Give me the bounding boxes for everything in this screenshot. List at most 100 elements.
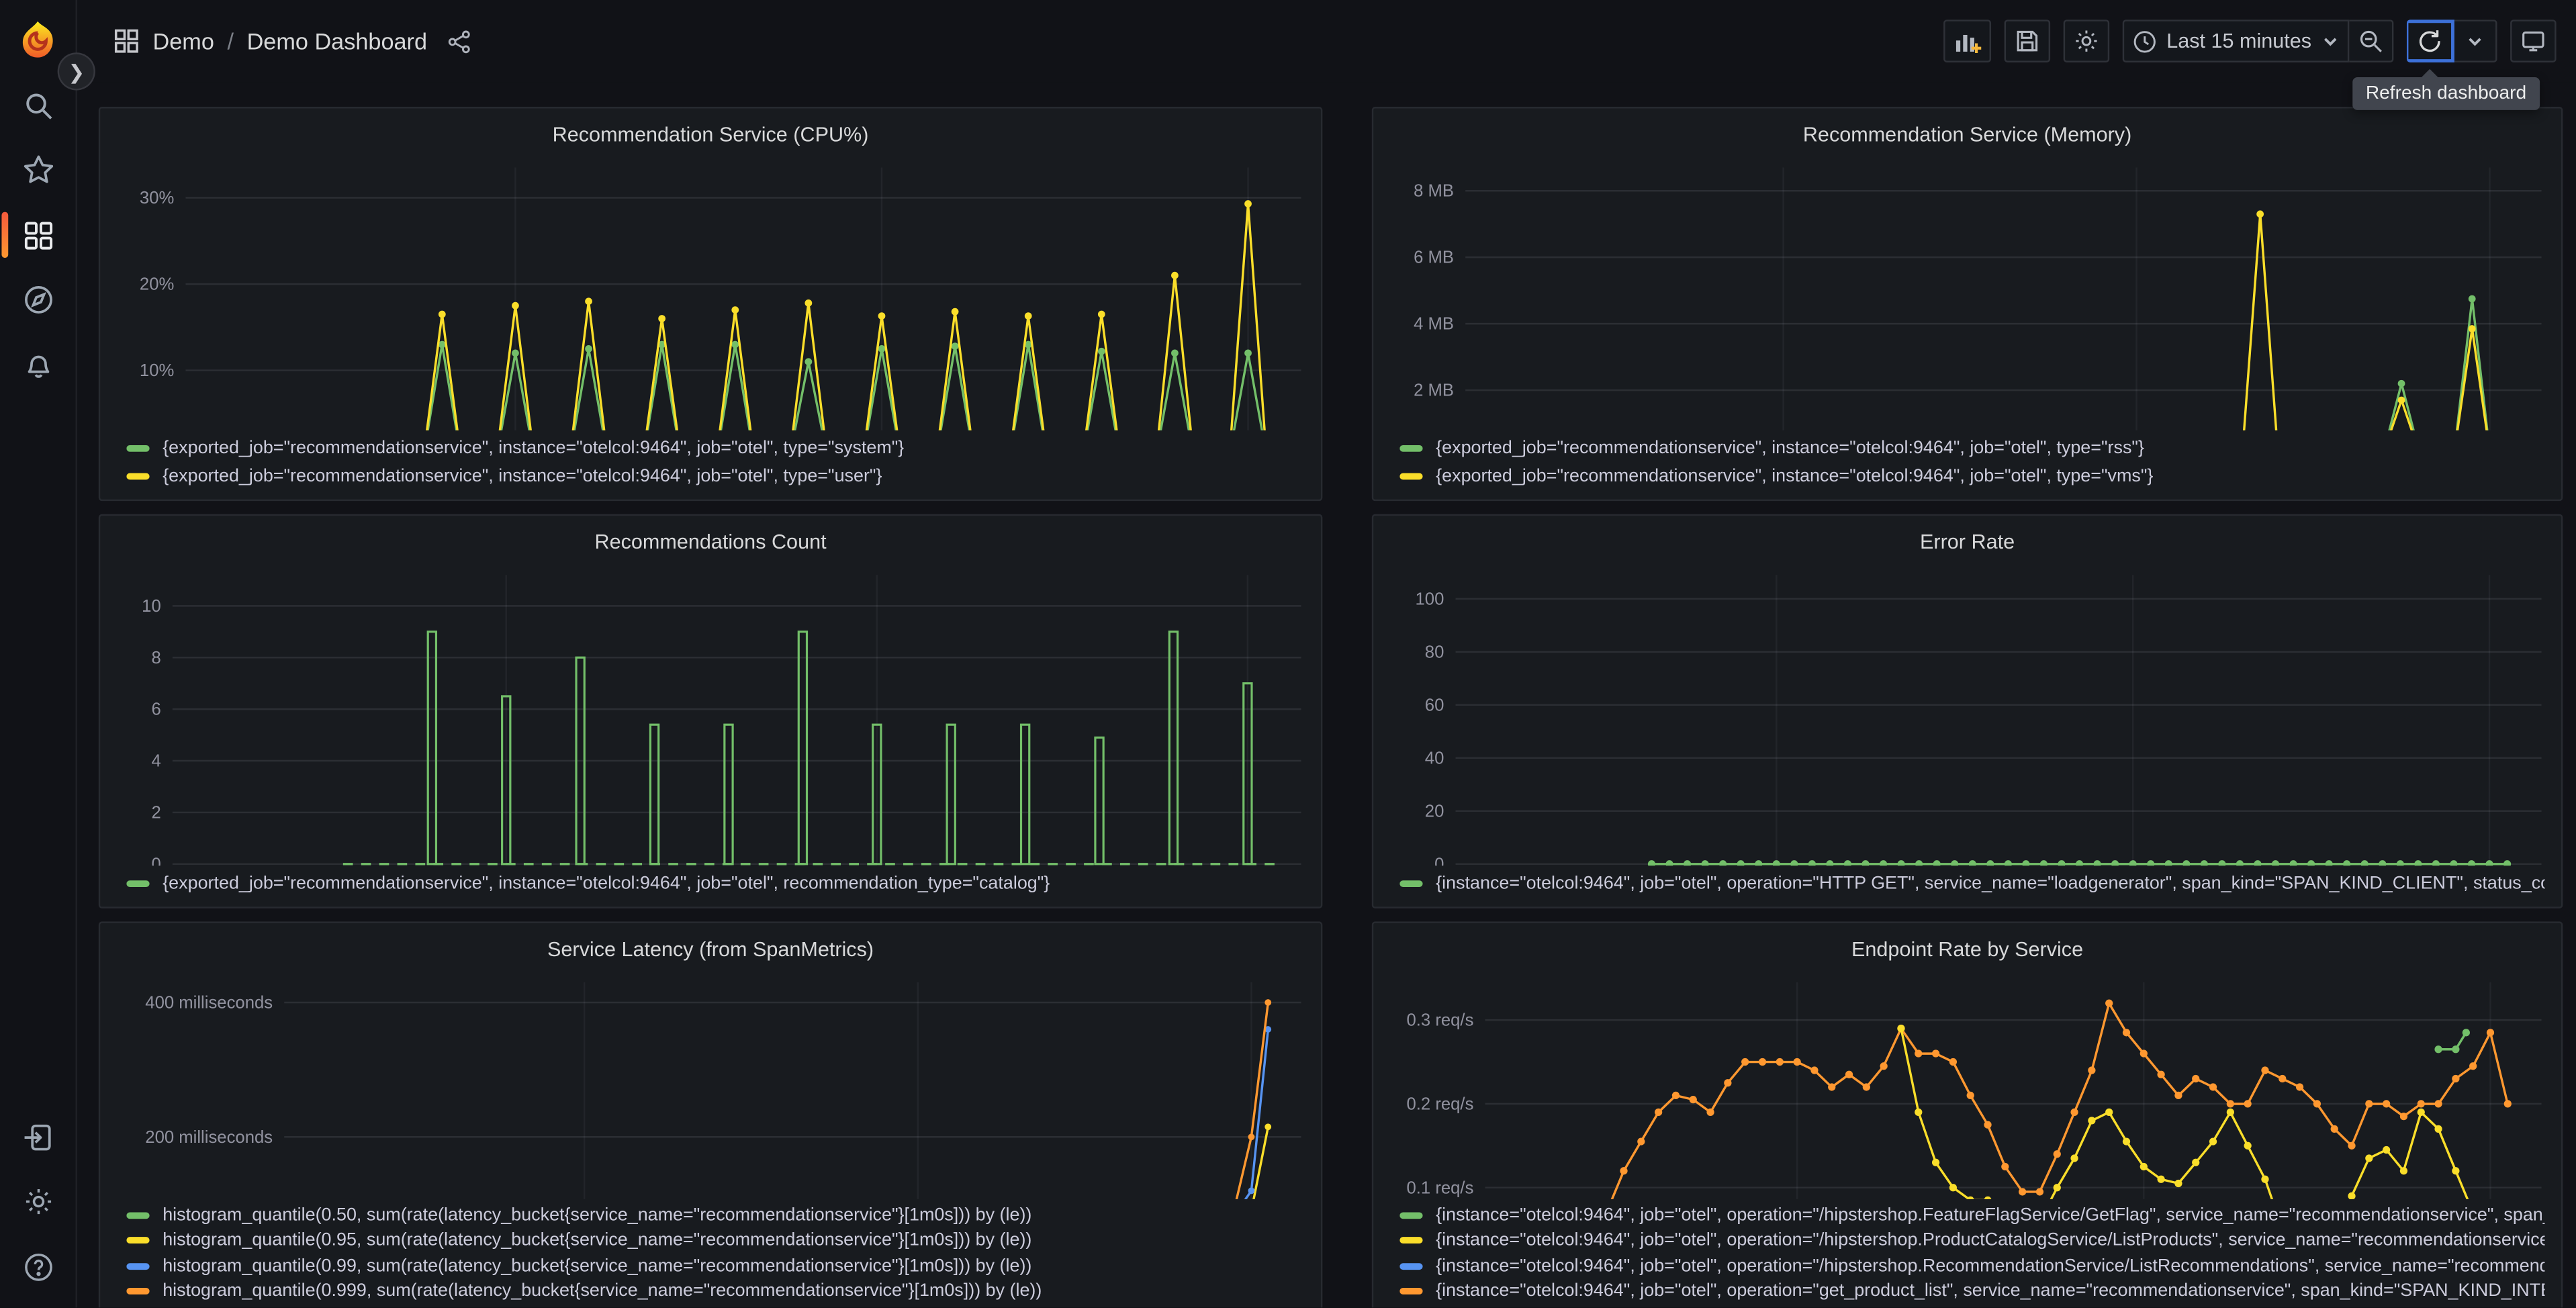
svg-text:2: 2	[151, 803, 160, 822]
tooltip-text: Refresh dashboard	[2365, 83, 2527, 104]
legend-swatch	[126, 1288, 150, 1295]
legend-item[interactable]: {instance="otelcol:9464", job="otel", op…	[1399, 1254, 2544, 1279]
panel-title[interactable]: Recommendations Count	[117, 526, 1305, 562]
breadcrumb-dashboard[interactable]: Demo Dashboard	[247, 28, 427, 54]
legend-label: {exported_job="recommendationservice", i…	[163, 465, 882, 485]
svg-text:0.3 req/s: 0.3 req/s	[1407, 1011, 1474, 1030]
svg-text:60: 60	[1425, 696, 1444, 714]
legend-label: {exported_job="recommendationservice", i…	[163, 873, 1050, 893]
panel-title[interactable]: Service Latency (from SpanMetrics)	[117, 933, 1305, 970]
svg-text:0.1 req/s: 0.1 req/s	[1407, 1178, 1474, 1197]
panel-title[interactable]: Recommendation Service (Memory)	[1390, 118, 2545, 154]
add-panel-button[interactable]	[1943, 19, 1991, 62]
settings-gear-icon[interactable]	[0, 1173, 77, 1229]
svg-text:10%: 10%	[140, 361, 174, 380]
sign-in-icon[interactable]	[0, 1109, 77, 1164]
panel-recommendation-cpu: Recommendation Service (CPU%) 0% 10% 20% 30…	[98, 107, 1323, 502]
svg-text:6 MB: 6 MB	[1414, 248, 1454, 267]
legend-swatch	[126, 1262, 150, 1270]
legend-item[interactable]: histogram_quantile(0.50, sum(rate(latenc…	[126, 1203, 1304, 1228]
refresh-dashboard-button[interactable]	[2406, 19, 2454, 62]
svg-text:200 milliseconds: 200 milliseconds	[145, 1128, 273, 1147]
svg-text:10: 10	[142, 597, 161, 616]
legend-item[interactable]: {exported_job="recommendationservice", i…	[126, 434, 1304, 462]
legend-swatch	[1399, 880, 1423, 886]
cpu-chart[interactable]: 0% 10% 20% 30% 21:50 21:55 22:00	[117, 154, 1305, 430]
zoom-out-time-button[interactable]	[2349, 19, 2394, 62]
endpoint-rate-legend: {instance="otelcol:9464", job="otel", op…	[1390, 1199, 2544, 1307]
legend-label: histogram_quantile(0.99, sum(rate(latenc…	[163, 1256, 1032, 1276]
legend-swatch	[126, 880, 150, 886]
svg-text:0: 0	[1434, 855, 1444, 866]
clock-icon	[2133, 30, 2156, 52]
svg-text:30%: 30%	[140, 189, 174, 207]
legend-label: {exported_job="recommendationservice", i…	[1436, 465, 2154, 485]
dashboard-settings-button[interactable]	[2063, 19, 2109, 62]
legend-swatch	[1399, 444, 1423, 451]
panel-error-rate: Error Rate 0 20 40 60 80 100 21:50 21:55 22:00 {…	[1371, 514, 2563, 908]
legend-label: {instance="otelcol:9464", job="otel", op…	[1436, 1281, 2544, 1302]
svg-text:2 MB: 2 MB	[1414, 381, 1454, 400]
legend-item[interactable]: {instance="otelcol:9464", job="otel", op…	[1399, 1228, 2544, 1254]
sidebar-item-dashboards[interactable]	[0, 207, 77, 263]
error-rate-legend: {instance="otelcol:9464", job="otel", op…	[1390, 866, 2544, 900]
time-controls: Last 15 minutes	[2122, 19, 2394, 62]
legend-item[interactable]: {exported_job="recommendationservice", i…	[1399, 461, 2544, 489]
share-icon[interactable]	[447, 29, 471, 54]
memory-chart[interactable]: 0 MB 2 MB 4 MB 6 MB 8 MB 21:50 21:55 22:00	[1390, 154, 2545, 430]
panel-title[interactable]: Error Rate	[1390, 526, 2545, 562]
svg-text:0.2 req/s: 0.2 req/s	[1407, 1094, 1474, 1113]
recommendations-count-chart[interactable]: 0 2 4 6 8 10 21:50 21:55 22:00	[117, 562, 1305, 866]
legend-item[interactable]: {instance="otelcol:9464", job="otel", op…	[1399, 1279, 2544, 1305]
service-latency-chart[interactable]: 0 milliseconds 200 milliseconds 400 millis…	[117, 969, 1305, 1199]
endpoint-rate-chart[interactable]: 0.0 req/s 0.1 req/s 0.2 req/s 0.3 req/s 21:5…	[1390, 969, 2545, 1199]
legend-item[interactable]: {exported_job="recommendationservice", i…	[126, 869, 1304, 897]
time-range-label: Last 15 minutes	[2166, 30, 2312, 53]
top-navigation: Demo / Demo Dashboard Last 15 minutes	[77, 0, 2576, 83]
cycle-view-mode-button[interactable]	[2510, 19, 2557, 62]
breadcrumb-section[interactable]: Demo	[153, 28, 214, 54]
panel-recommendation-memory: Recommendation Service (Memory) 0 MB 2 MB…	[1371, 107, 2563, 502]
panel-service-latency: Service Latency (from SpanMetrics) 0 mil…	[98, 921, 1323, 1308]
legend-swatch	[1399, 1211, 1423, 1219]
svg-text:100: 100	[1416, 590, 1444, 608]
explore-compass-icon[interactable]	[0, 271, 77, 327]
svg-text:20%: 20%	[140, 275, 174, 294]
legend-item[interactable]: histogram_quantile(0.95, sum(rate(latenc…	[126, 1228, 1304, 1254]
svg-text:80: 80	[1425, 643, 1444, 661]
panel-recommendations-count: Recommendations Count 0 2 4 6 8 10 21:50 21:55 2…	[98, 514, 1323, 908]
refresh-interval-dropdown[interactable]	[2454, 19, 2497, 62]
legend-swatch	[126, 1211, 150, 1219]
panel-title[interactable]: Endpoint Rate by Service	[1390, 933, 2545, 970]
svg-text:8: 8	[151, 649, 160, 667]
legend-label: {exported_job="recommendationservice", i…	[163, 437, 905, 458]
error-rate-chart[interactable]: 0 20 40 60 80 100 21:50 21:55 22:00	[1390, 562, 2545, 866]
legend-item[interactable]: histogram_quantile(0.999, sum(rate(laten…	[126, 1279, 1304, 1305]
legend-item[interactable]: histogram_quantile(0.99, sum(rate(latenc…	[126, 1254, 1304, 1279]
dashboard-toolbar: Last 15 minutes	[1943, 19, 2557, 62]
expand-sidebar-button[interactable]: ❯	[57, 52, 95, 91]
legend-item[interactable]: {exported_job="recommendationservice", i…	[126, 461, 1304, 489]
starred-icon[interactable]	[0, 141, 77, 197]
cpu-legend: {exported_job="recommendationservice", i…	[117, 430, 1305, 493]
time-range-picker[interactable]: Last 15 minutes	[2122, 19, 2350, 62]
grafana-logo-icon[interactable]	[16, 19, 59, 62]
sidebar	[0, 0, 77, 1308]
grafana-app: ❯ Demo / Demo Dashboard Last 15 minutes …	[0, 0, 2576, 1308]
legend-label: {instance="otelcol:9464", job="otel", op…	[1436, 1205, 2544, 1225]
svg-text:8 MB: 8 MB	[1414, 182, 1454, 201]
legend-item[interactable]: {instance="otelcol:9464", job="otel", op…	[1399, 869, 2544, 897]
panel-title[interactable]: Recommendation Service (CPU%)	[117, 118, 1305, 154]
refresh-tooltip: Refresh dashboard	[2352, 68, 2540, 110]
dashboards-grid-icon	[113, 28, 140, 54]
legend-swatch	[126, 444, 150, 451]
alerting-bell-icon[interactable]	[0, 337, 77, 393]
panel-endpoint-rate: Endpoint Rate by Service 0.0 req/s 0.1 re…	[1371, 921, 2563, 1308]
legend-item[interactable]: {instance="otelcol:9464", job="otel", op…	[1399, 1203, 2544, 1228]
save-dashboard-button[interactable]	[2003, 19, 2050, 62]
legend-swatch	[126, 1237, 150, 1244]
tooltip-arrow	[2421, 68, 2438, 77]
svg-text:40: 40	[1425, 749, 1444, 767]
help-icon[interactable]	[0, 1239, 77, 1295]
legend-item[interactable]: {exported_job="recommendationservice", i…	[1399, 434, 2544, 462]
